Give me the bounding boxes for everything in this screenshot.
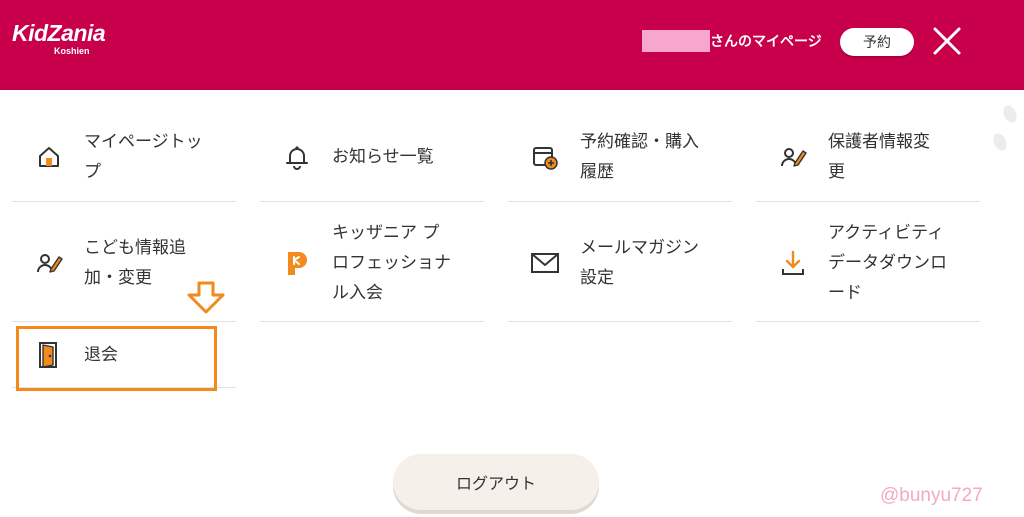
close-icon — [933, 27, 961, 55]
menu-item-guardian-info[interactable]: 保護者情報変 更 — [756, 90, 980, 202]
withdraw-highlight-box — [16, 326, 217, 391]
site-header: KidZania Koshien さんのマイページ 予約 — [0, 0, 1024, 90]
kidzania-logo[interactable]: KidZania Koshien — [12, 20, 106, 56]
home-icon — [34, 142, 64, 172]
user-edit-icon — [778, 142, 808, 172]
menu-item-label: お知らせ一覧 — [332, 147, 434, 167]
menu-item-label: 保護者情報変 更 — [828, 132, 930, 182]
calendar-add-icon — [530, 142, 560, 172]
logo-subtext: Koshien — [54, 46, 90, 56]
bell-icon — [282, 142, 312, 172]
menu-item-mypage-top[interactable]: マイページトッ プ — [12, 90, 236, 202]
user-edit-icon — [34, 248, 64, 278]
menu-item-label: 予約確認・購入 履歴 — [580, 132, 699, 182]
menu-item-label: マイページトッ プ — [84, 132, 203, 182]
mail-icon — [530, 248, 560, 278]
logout-button[interactable]: ログアウト — [393, 454, 599, 510]
menu-item-notices[interactable]: お知らせ一覧 — [260, 90, 484, 202]
close-menu-button[interactable] — [930, 24, 964, 58]
kidzania-pro-icon — [282, 248, 312, 278]
menu-item-activity-download[interactable]: アクティビティ データダウンロ ード — [756, 202, 980, 322]
mypage-user-label: さんのマイページ — [710, 34, 822, 50]
footprint-decoration-icon — [993, 105, 1017, 151]
reserve-button[interactable]: 予約 — [840, 28, 914, 56]
logo-text: KidZania — [12, 20, 106, 46]
watermark-text: @bunyu727 — [880, 485, 983, 506]
menu-item-kidzania-professional[interactable]: キッザニア プ ロフェッショナ ル入会 — [260, 202, 484, 322]
menu-item-label: メールマガジン 設定 — [580, 238, 699, 288]
download-icon — [778, 248, 808, 278]
menu-item-label: アクティビティ データダウンロ ード — [828, 223, 947, 303]
menu-item-mail-magazine[interactable]: メールマガジン 設定 — [508, 202, 732, 322]
down-arrow-annotation-icon — [187, 281, 225, 314]
menu-item-reservation-history[interactable]: 予約確認・購入 履歴 — [508, 90, 732, 202]
menu-item-label: キッザニア プ ロフェッショナ ル入会 — [332, 223, 451, 303]
redacted-username — [642, 30, 710, 52]
